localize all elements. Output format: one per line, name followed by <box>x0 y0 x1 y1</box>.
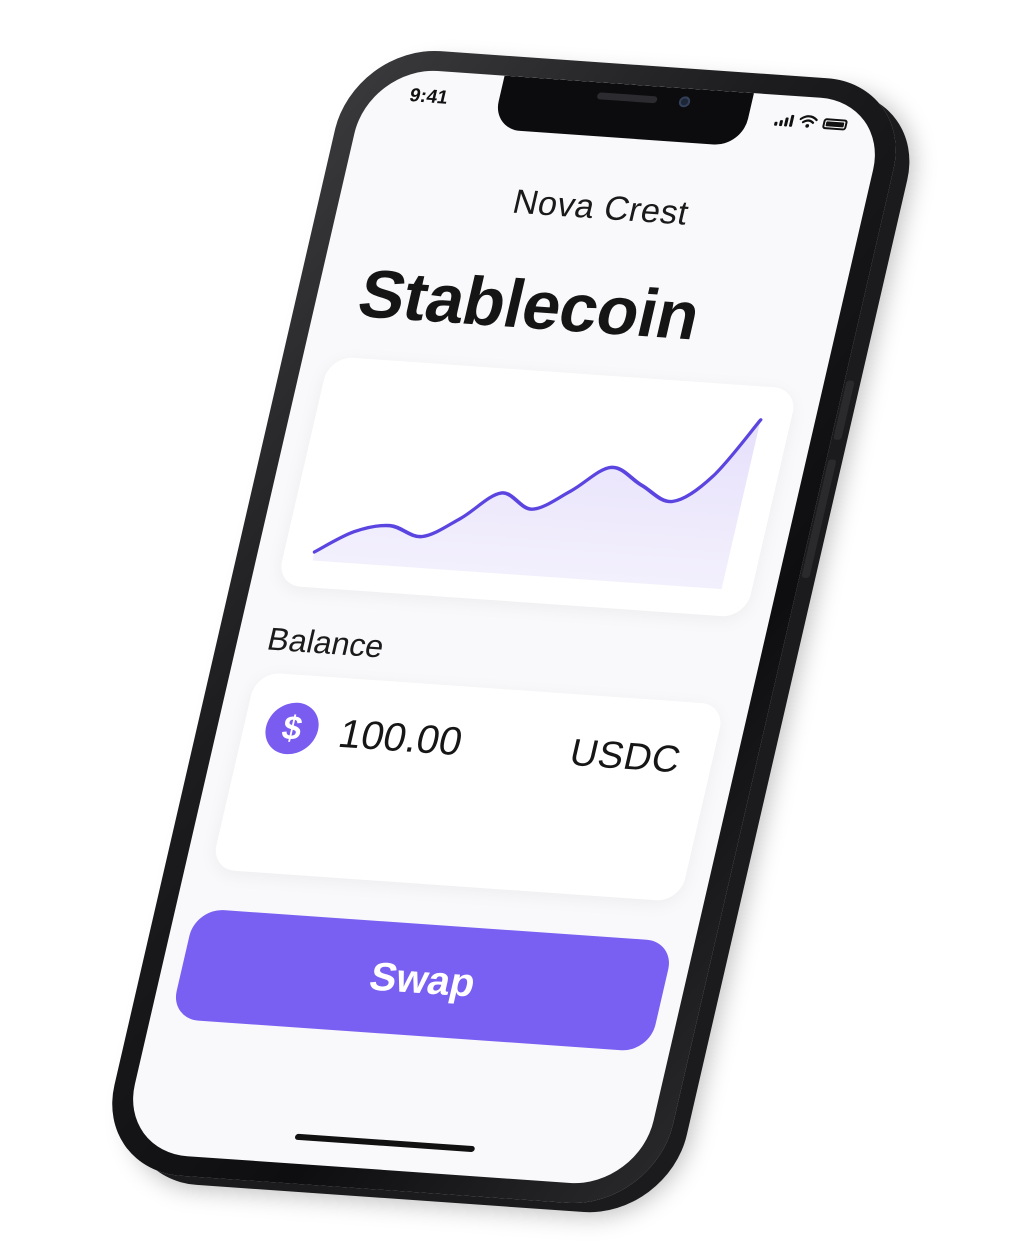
balance-label: Balance <box>264 620 388 665</box>
wifi-icon <box>799 115 818 128</box>
balance-card: $ 100.00 USDC <box>210 671 726 902</box>
cellular-signal-icon <box>773 114 795 127</box>
page-title: Stablecoin <box>351 255 707 355</box>
status-time: 9:41 <box>407 85 451 109</box>
battery-icon <box>821 118 849 131</box>
dollar-coin-icon: $ <box>260 700 324 756</box>
chart-card <box>276 356 799 618</box>
balance-amount: 100.00 <box>334 712 467 765</box>
swap-button[interactable]: Swap <box>170 908 675 1053</box>
brand-name: Nova Crest <box>509 182 693 233</box>
stage: 9:41 Nova Crest Stablecoin Balance $ 100… <box>0 0 1024 1258</box>
home-indicator[interactable] <box>294 1133 476 1153</box>
speaker-grille <box>596 92 658 104</box>
price-chart <box>312 418 763 590</box>
front-camera <box>677 96 692 108</box>
status-icons <box>773 113 849 131</box>
currency-code[interactable]: USDC <box>566 732 685 782</box>
phone-device: 9:41 Nova Crest Stablecoin Balance $ 100… <box>94 45 914 1209</box>
